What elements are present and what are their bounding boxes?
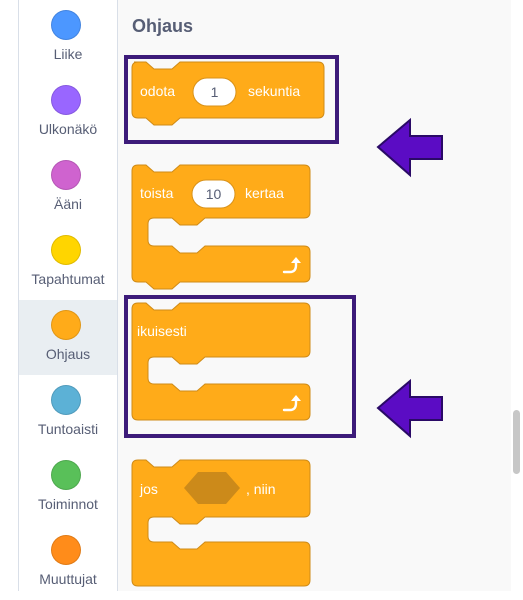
block-text: odota bbox=[140, 83, 175, 99]
blocks-canvas: odota 1 sekuntia toista 10 kertaa ikuise… bbox=[124, 55, 443, 587]
left-arrow-icon bbox=[376, 378, 443, 439]
repeat-block[interactable]: toista 10 kertaa bbox=[131, 164, 311, 290]
repeat-count-value: 10 bbox=[206, 186, 222, 202]
block-text: jos bbox=[139, 481, 158, 497]
wait-block[interactable]: odota 1 sekuntia bbox=[131, 61, 325, 126]
block-text: , niin bbox=[246, 481, 276, 497]
block-text: toista bbox=[140, 185, 174, 201]
seconds-value: 1 bbox=[211, 84, 219, 100]
block-text: sekuntia bbox=[248, 83, 300, 99]
left-arrow-icon bbox=[376, 117, 443, 178]
block-text: kertaa bbox=[245, 185, 284, 201]
forever-block[interactable]: ikuisesti bbox=[131, 302, 311, 421]
block-text: ikuisesti bbox=[137, 323, 187, 339]
if-block[interactable]: jos , niin bbox=[131, 459, 311, 587]
